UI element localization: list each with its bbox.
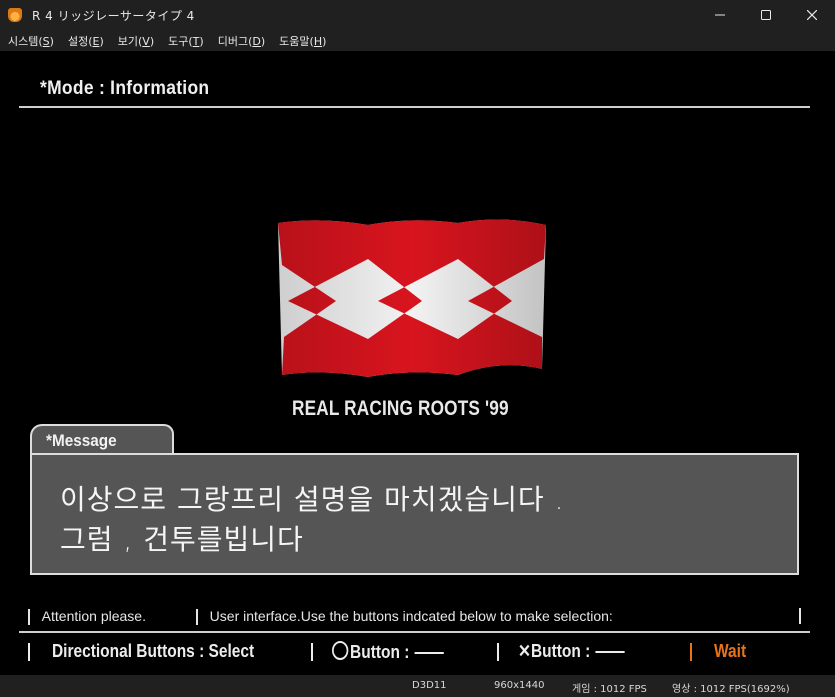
- renderer-label: D3D11: [412, 680, 447, 691]
- menu-help-label: 도움말: [279, 34, 310, 48]
- status-bar: D3D11 960x1440 게임 : 1012 FPS 영상 : 1012 F…: [0, 675, 835, 697]
- message-line-2: 그럼 , 건투를빕니다: [60, 523, 304, 556]
- window-title: R 4 リッジレーサータイプ 4: [32, 8, 195, 23]
- menu-help[interactable]: 도움말(H): [273, 33, 332, 49]
- menu-system[interactable]: 시스템(S): [2, 33, 60, 49]
- minimize-icon: [715, 14, 725, 16]
- menu-settings-label: 설정: [67, 34, 89, 48]
- app-icon[interactable]: [8, 8, 22, 22]
- separator: [311, 643, 313, 661]
- emulator-window: R 4 リッジレーサータイプ 4 시스템(S) 설정(E) 보기(V) 도구(T…: [0, 0, 835, 697]
- close-button[interactable]: [789, 0, 835, 30]
- controls-legend: Directional Buttons : Select Button : ✕B…: [28, 639, 808, 665]
- mode-title: *Mode : Information: [40, 78, 210, 99]
- resolution-label: 960x1440: [494, 680, 545, 691]
- menu-view-accel: V: [142, 34, 150, 48]
- rrr-flag-logo: [276, 219, 548, 379]
- cross-button-label: Button :: [530, 641, 591, 661]
- separator: [497, 643, 499, 661]
- close-icon: [807, 10, 817, 20]
- menu-debug-label: 디버그: [217, 34, 249, 48]
- circle-button-value: [414, 652, 444, 655]
- menu-debug[interactable]: 디버그(D): [212, 33, 271, 49]
- wait-status: Wait: [714, 641, 747, 661]
- separator: [28, 609, 30, 626]
- message-box: 이상으로 그랑프리 설명을 마치겠습니다 . 그럼 , 건투를빕니다: [30, 453, 799, 575]
- ui-help-text: User interface.Use the buttons indcated …: [209, 608, 613, 624]
- maximize-button[interactable]: [743, 0, 789, 30]
- controls-divider: [19, 631, 810, 633]
- message-tab: *Message: [30, 424, 174, 456]
- title-bar[interactable]: R 4 リッジレーサータイプ 4: [0, 0, 835, 30]
- menu-settings-accel: E: [92, 34, 100, 48]
- menu-tools-label: 도구: [168, 34, 189, 48]
- menu-settings[interactable]: 설정(E): [62, 33, 110, 49]
- directional-select-label: Directional Buttons : Select: [52, 641, 255, 661]
- menu-bar: 시스템(S) 설정(E) 보기(V) 도구(T) 디버그(D) 도움말(H): [0, 30, 835, 51]
- cross-button-legend: ✕Button :: [518, 641, 625, 662]
- cross-button-icon: ✕: [518, 641, 531, 661]
- game-screen[interactable]: *Mode : Information REAL RACING ROOTS '9…: [0, 51, 835, 675]
- game-fps-label: 게임 : 1012 FPS: [572, 684, 647, 695]
- logo-caption: REAL RACING ROOTS '99: [292, 397, 509, 420]
- message-tab-label: *Message: [46, 431, 117, 450]
- separator: [196, 609, 198, 626]
- separator: [28, 643, 30, 661]
- minimize-button[interactable]: [697, 0, 743, 30]
- menu-view[interactable]: 보기(V): [112, 33, 160, 49]
- circle-button-legend: Button :: [332, 641, 444, 663]
- menu-help-accel: H: [313, 34, 323, 48]
- menu-system-label: 시스템: [8, 34, 39, 48]
- circle-button-label: Button :: [350, 642, 410, 662]
- window-controls: [697, 0, 835, 30]
- cross-button-value: [595, 651, 625, 654]
- message-line-1: 이상으로 그랑프리 설명을 마치겠습니다 .: [60, 483, 565, 516]
- video-fps-label: 영상 : 1012 FPS(1692%): [672, 684, 790, 695]
- attention-text: Attention please.: [41, 608, 146, 624]
- separator: [799, 608, 801, 624]
- separator: [690, 643, 692, 661]
- header-divider: [19, 106, 810, 108]
- menu-tools-accel: T: [192, 34, 200, 48]
- menu-system-accel: S: [42, 34, 50, 48]
- menu-view-label: 보기: [117, 34, 138, 48]
- circle-button-icon: [332, 641, 349, 660]
- menu-debug-accel: D: [252, 34, 261, 48]
- menu-tools[interactable]: 도구(T): [162, 33, 210, 49]
- maximize-icon: [761, 10, 771, 20]
